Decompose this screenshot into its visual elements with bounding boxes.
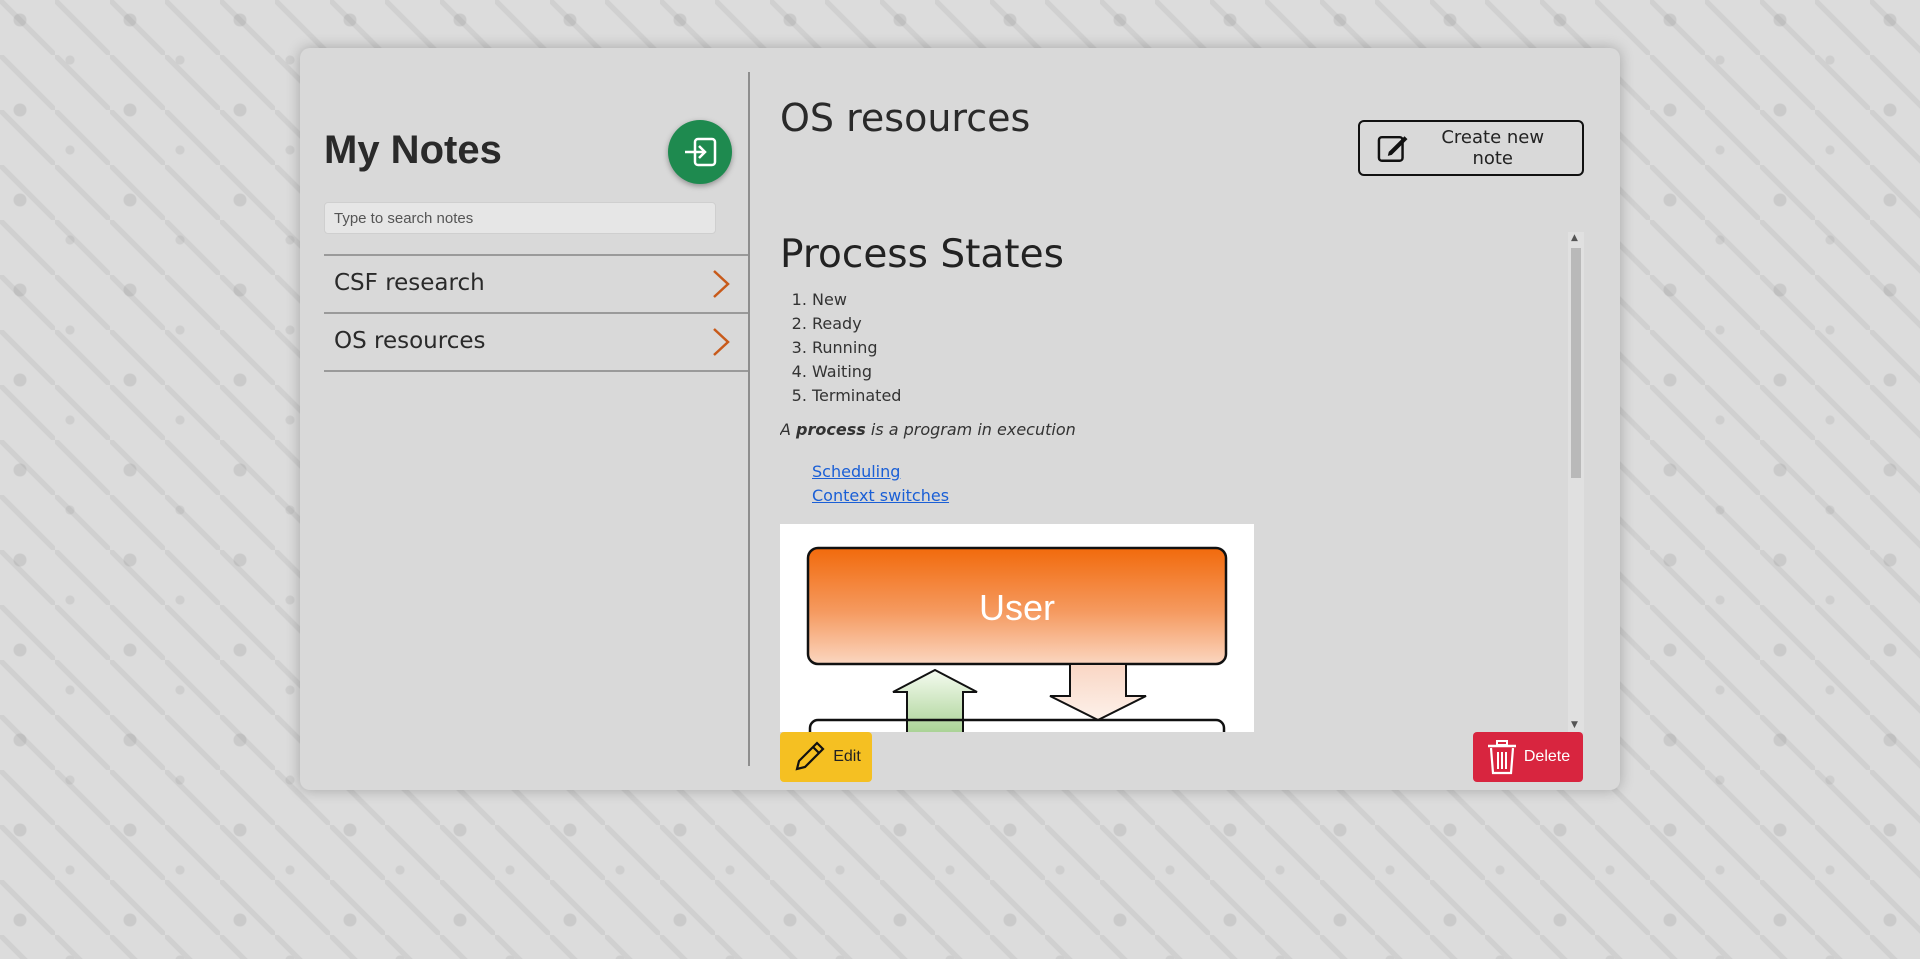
scroll-up-icon[interactable]: ▲ xyxy=(1571,234,1578,243)
link-context-switches[interactable]: Context switches xyxy=(812,484,949,508)
scrollbar-thumb[interactable] xyxy=(1571,248,1581,478)
definition-suffix: is a program in execution xyxy=(865,420,1076,439)
delete-label: Delete xyxy=(1523,748,1571,765)
chevron-right-icon xyxy=(713,270,730,298)
note-item-label: CSF research xyxy=(334,270,485,296)
note-item-os-resources[interactable]: OS resources xyxy=(324,314,748,372)
list-item: Ready xyxy=(812,312,901,336)
app-title: My Notes xyxy=(324,128,502,172)
list-item: Terminated xyxy=(812,384,901,408)
note-item-label: OS resources xyxy=(334,328,486,354)
create-note-button[interactable]: Create new note xyxy=(1358,120,1584,176)
search-input[interactable] xyxy=(324,202,716,234)
trash-icon xyxy=(1487,740,1516,775)
note-panel: OS resources Create new note Process Sta… xyxy=(780,72,1596,782)
content-scrollbar[interactable]: ▲ ▼ xyxy=(1568,232,1584,732)
process-states-list: New Ready Running Waiting Terminated xyxy=(780,288,901,408)
list-item: Waiting xyxy=(812,360,901,384)
content-heading: Process States xyxy=(780,232,1064,277)
link-scheduling[interactable]: Scheduling xyxy=(812,460,949,484)
diagram-graphic: User xyxy=(806,546,1228,732)
note-list: CSF research OS resources xyxy=(324,254,748,372)
list-item: Running xyxy=(812,336,901,360)
logout-button[interactable] xyxy=(668,120,732,184)
delete-button[interactable]: Delete xyxy=(1473,732,1583,782)
chevron-right-icon xyxy=(713,328,730,356)
edit-label: Edit xyxy=(833,748,861,765)
note-content: Process States New Ready Running Waiting… xyxy=(780,232,1580,732)
process-definition: A process is a program in execution xyxy=(780,420,1076,439)
list-item: New xyxy=(812,288,901,312)
pencil-icon xyxy=(795,741,825,771)
notes-app-window: My Notes CSF research OS resources xyxy=(300,48,1620,790)
note-item-csf-research[interactable]: CSF research xyxy=(324,256,748,314)
edit-button[interactable]: Edit xyxy=(780,732,872,782)
note-title: OS resources xyxy=(780,96,1031,140)
process-diagram-image: User xyxy=(780,524,1254,732)
definition-bold: process xyxy=(796,420,866,439)
definition-prefix: A xyxy=(780,420,797,439)
diagram-user-label: User xyxy=(979,587,1055,628)
logout-icon xyxy=(685,137,717,167)
links-list: Scheduling Context switches xyxy=(812,460,949,508)
sidebar: My Notes CSF research OS resources xyxy=(324,72,750,766)
edit-square-icon xyxy=(1377,135,1408,163)
create-note-label: Create new note xyxy=(1441,127,1545,169)
scroll-down-icon[interactable]: ▼ xyxy=(1571,721,1578,730)
